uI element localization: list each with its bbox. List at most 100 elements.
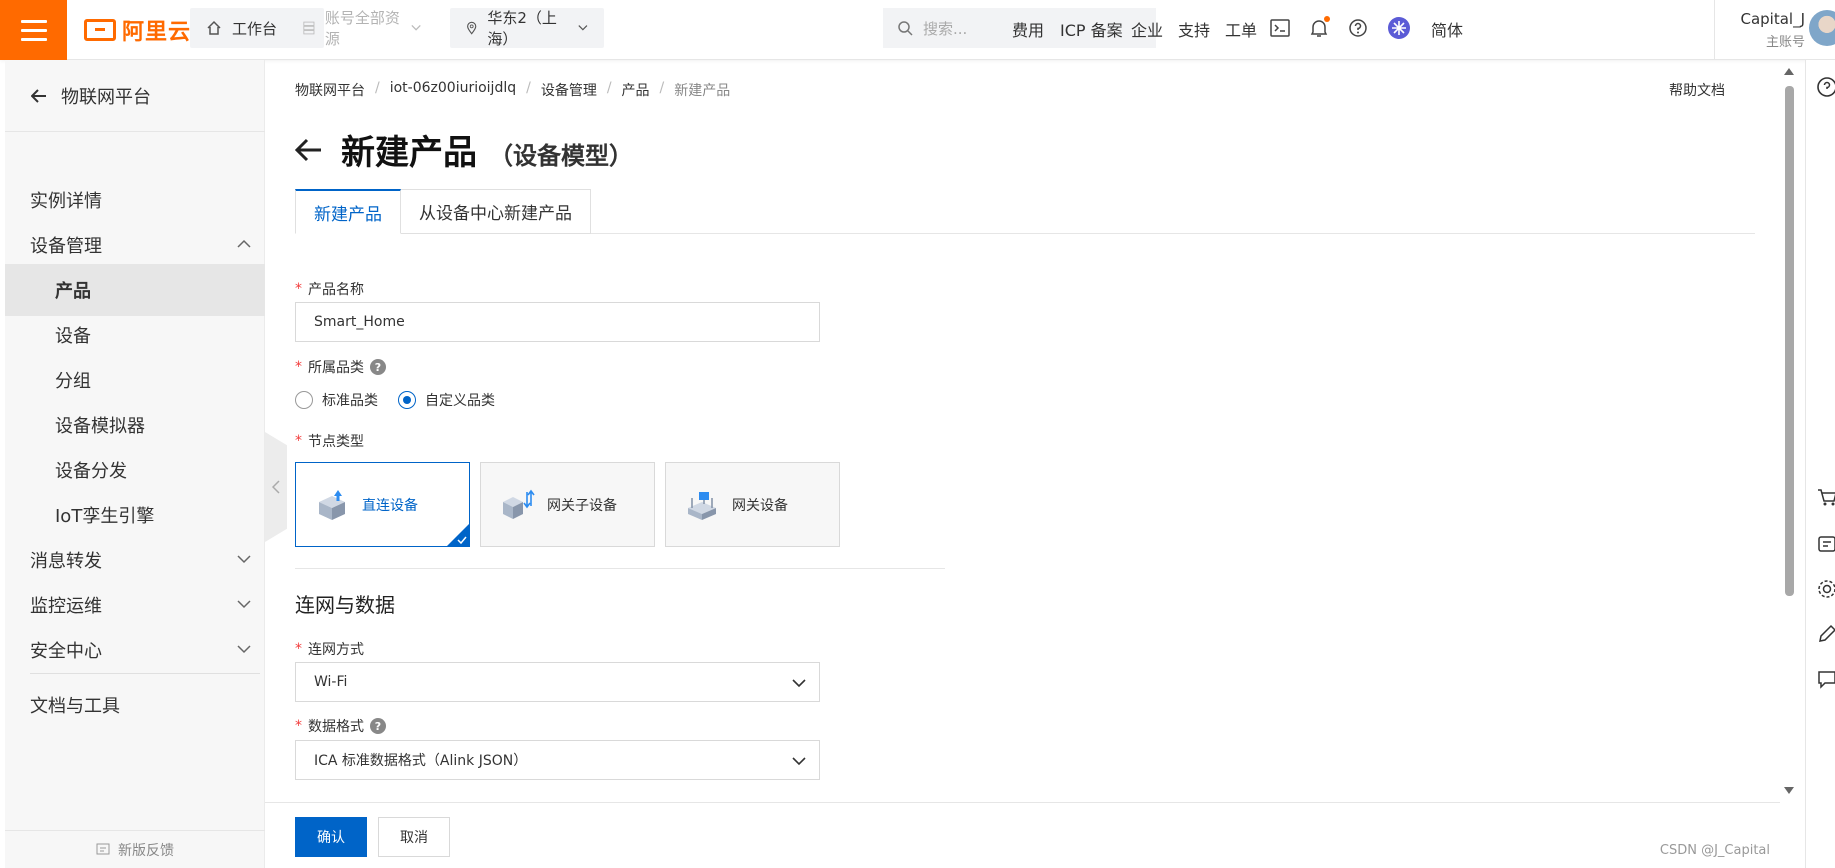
direct-device-icon — [319, 489, 345, 520]
section-title-network-data: 连网与数据 — [295, 593, 395, 617]
scroll-down-arrow-icon[interactable] — [1784, 787, 1794, 794]
nav-link-icp[interactable]: ICP 备案 — [1060, 17, 1123, 41]
message-icon[interactable] — [1816, 668, 1835, 690]
cart-icon[interactable] — [1816, 486, 1835, 508]
arrow-left-icon — [31, 88, 46, 103]
breadcrumb-item[interactable]: 产品 — [622, 80, 650, 100]
scroll-up-arrow-icon[interactable] — [1784, 68, 1794, 75]
breadcrumb-current: 新建产品 — [674, 83, 731, 99]
right-tool-rail — [1805, 60, 1835, 868]
help-question-icon[interactable]: ? — [370, 359, 386, 375]
field-label-text: 数据格式 — [308, 719, 364, 735]
product-name-input[interactable]: Smart_Home — [295, 302, 820, 342]
chevron-down-icon — [237, 600, 251, 609]
field-label-text: 连网方式 — [308, 642, 364, 658]
sidebar-item-security-center[interactable]: 安全中心 — [5, 624, 265, 676]
ai-assistant-icon[interactable] — [1387, 16, 1411, 40]
scroll-thumb[interactable] — [1785, 86, 1794, 596]
node-card-label: 网关设备 — [732, 497, 788, 514]
hamburger-menu-icon[interactable] — [0, 0, 67, 60]
breadcrumb-item[interactable]: 物联网平台 — [295, 80, 365, 100]
data-format-select[interactable]: ICA 标准数据格式（Alink JSON） — [295, 740, 820, 780]
breadcrumb-item[interactable]: iot-06z00iurioijdlq — [390, 80, 516, 100]
account-menu[interactable]: Capital_J 主账号 — [1714, 0, 1835, 60]
gear-icon[interactable] — [1816, 578, 1835, 600]
node-card-gateway-subdevice[interactable]: 网关子设备 — [480, 462, 655, 547]
sidebar-item-label: 设备管理 — [30, 236, 102, 257]
category-radio-group: 标准品类 自定义品类 — [295, 390, 495, 410]
page-scrollbar[interactable] — [1782, 66, 1796, 796]
search-icon — [898, 21, 913, 36]
field-label-text: 产品名称 — [308, 282, 364, 298]
tab-create-from-device-center[interactable]: 从设备中心新建产品 — [401, 189, 591, 234]
cancel-button[interactable]: 取消 — [378, 817, 450, 857]
node-type-label: * 节点类型 — [295, 431, 364, 451]
avatar[interactable] — [1809, 10, 1835, 46]
product-name-value: Smart_Home — [314, 314, 405, 330]
product-create-tabs: 新建产品 从设备中心新建产品 — [295, 189, 1755, 234]
field-label-text: 节点类型 — [308, 434, 364, 450]
radio-label: 自定义品类 — [425, 393, 495, 409]
sidebar-item-label: 消息转发 — [30, 551, 102, 572]
radio-button-selected[interactable] — [398, 391, 416, 409]
nav-link-enterprise[interactable]: 企业 — [1131, 17, 1163, 41]
edit-icon[interactable] — [1816, 623, 1835, 645]
language-switch[interactable]: 简体 — [1431, 17, 1463, 41]
radio-label: 标准品类 — [322, 393, 378, 409]
confirm-button[interactable]: 确认 — [295, 817, 367, 857]
breadcrumb-separator: / — [375, 80, 380, 96]
category-label: * 所属品类 ? — [295, 357, 386, 377]
search-placeholder: 搜索... — [923, 19, 968, 38]
help-doc-link[interactable]: 帮助文档 — [1669, 80, 1725, 100]
resource-scope-selector[interactable]: 账号全部资源 — [287, 8, 437, 48]
back-arrow-icon[interactable] — [295, 138, 323, 162]
nav-link-ticket[interactable]: 工单 — [1225, 17, 1257, 41]
network-method-select[interactable]: Wi-Fi — [295, 662, 820, 702]
location-pin-icon — [467, 21, 477, 35]
gateway-subdevice-icon — [503, 489, 535, 519]
notification-dot — [1324, 16, 1330, 22]
sidebar-item-label: 设备分发 — [55, 461, 127, 482]
chevron-down-icon — [578, 25, 588, 31]
help-question-icon[interactable]: ? — [370, 718, 386, 734]
sidebar-collapse-toggle[interactable] — [265, 432, 287, 542]
service-icon[interactable] — [1816, 533, 1835, 555]
aliyun-logo[interactable]: 阿里云 — [84, 14, 191, 46]
node-card-gateway-device[interactable]: 网关设备 — [665, 462, 840, 547]
sidebar-item-docs-tools[interactable]: 文档与工具 — [5, 679, 265, 731]
main-content: 物联网平台 / iot-06z00iurioijdlq / 设备管理 / 产品 / 新建… — [295, 60, 1780, 868]
help-circle-icon[interactable] — [1346, 16, 1370, 40]
required-mark: * — [295, 641, 302, 657]
nav-link-billing[interactable]: 费用 — [1012, 17, 1044, 41]
logo-text: 阿里云 — [122, 20, 192, 45]
chevron-down-icon — [792, 757, 806, 766]
notification-bell-icon[interactable] — [1307, 16, 1331, 40]
sidebar-item-label: 文档与工具 — [30, 696, 120, 717]
required-mark: * — [295, 281, 302, 297]
aliyun-logo-mark — [84, 19, 116, 41]
gateway-device-icon — [688, 491, 716, 520]
node-type-cards: 直连设备 网关子设备 网关设备 — [295, 462, 840, 547]
nav-link-support[interactable]: 支持 — [1178, 17, 1210, 41]
field-label-text: 所属品类 — [308, 360, 364, 376]
tab-create-product[interactable]: 新建产品 — [295, 189, 401, 234]
account-role: 主账号 — [1765, 35, 1805, 50]
radio-button[interactable] — [295, 391, 313, 409]
page-subtitle: （设备模型） — [489, 142, 633, 170]
new-version-feedback[interactable]: 新版反馈 — [5, 830, 265, 868]
required-mark: * — [295, 433, 302, 449]
help-circle-icon[interactable] — [1816, 76, 1835, 98]
sidebar-item-label: 设备模拟器 — [55, 416, 145, 437]
feedback-icon — [96, 843, 110, 854]
region-selector[interactable]: 华东2（上海） — [450, 8, 604, 48]
node-card-direct-device[interactable]: 直连设备 — [295, 462, 470, 547]
terminal-icon[interactable] — [1268, 16, 1292, 40]
breadcrumb-item[interactable]: 设备管理 — [541, 80, 597, 100]
sidebar-item-label: 实例详情 — [30, 191, 102, 212]
check-icon — [457, 536, 467, 544]
tab-label: 从设备中心新建产品 — [419, 204, 572, 224]
radio-standard-category[interactable]: 标准品类 — [295, 390, 378, 410]
sidebar-item-label: 产品 — [55, 281, 91, 302]
radio-custom-category[interactable]: 自定义品类 — [398, 390, 495, 410]
sidebar-back-to-iot-platform[interactable]: 物联网平台 — [5, 60, 265, 132]
